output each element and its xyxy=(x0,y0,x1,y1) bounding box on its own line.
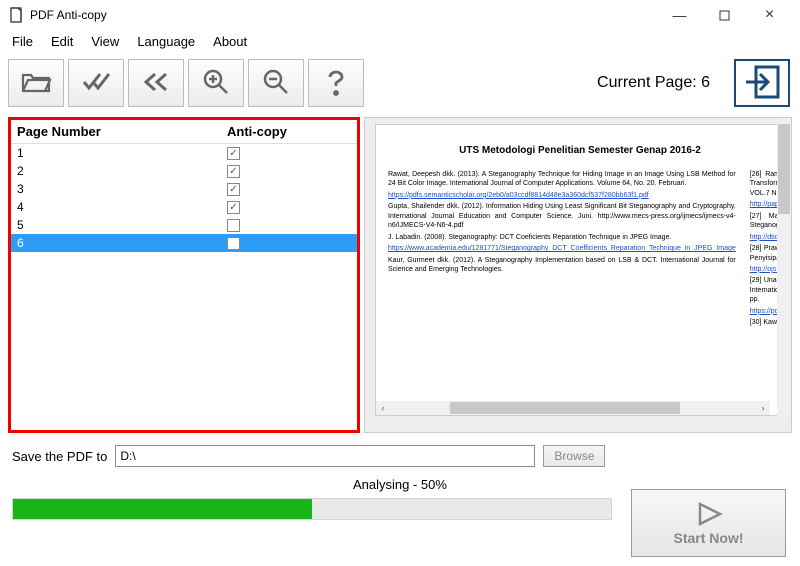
menu-language[interactable]: Language xyxy=(137,34,195,49)
scroll-thumb-h[interactable] xyxy=(450,402,680,414)
table-row[interactable]: 4✓ xyxy=(11,198,357,216)
save-path-input[interactable] xyxy=(115,445,535,467)
start-button[interactable]: Start Now! xyxy=(631,489,786,557)
page-number-cell: 4 xyxy=(17,200,227,214)
zoom-in-button[interactable] xyxy=(188,59,244,107)
help-button[interactable] xyxy=(308,59,364,107)
doc-text: Rawat, Deepesh dkk. (2013). A Steganogra… xyxy=(388,170,736,189)
page-table: Page Number Anti-copy 1✓2✓3✓4✓56 xyxy=(8,117,360,433)
page-number-cell: 2 xyxy=(17,164,227,178)
anticopy-checkbox[interactable]: ✓ xyxy=(227,201,240,214)
page-number-cell: 3 xyxy=(17,182,227,196)
apply-button[interactable] xyxy=(68,59,124,107)
zoom-out-button[interactable] xyxy=(248,59,304,107)
page-number-cell: 1 xyxy=(17,146,227,160)
anticopy-checkbox[interactable]: ✓ xyxy=(227,183,240,196)
scroll-right-icon[interactable]: › xyxy=(756,403,770,413)
doc-link[interactable]: https://pdfs.semanticscholar.org/2eb0/a0… xyxy=(388,192,649,199)
page-number-cell: 5 xyxy=(17,218,227,232)
page-number-cell: 6 xyxy=(17,236,227,250)
question-icon xyxy=(320,66,352,101)
preview-panel: UTS Metodologi Penelitian Semester Genap… xyxy=(364,117,792,433)
start-label: Start Now! xyxy=(674,530,744,546)
app-icon xyxy=(8,7,24,23)
menubar: File Edit View Language About xyxy=(0,30,800,55)
document-preview[interactable]: UTS Metodologi Penelitian Semester Genap… xyxy=(375,124,785,416)
table-row[interactable]: 1✓ xyxy=(11,144,357,162)
preview-scrollbar-vertical[interactable] xyxy=(777,118,791,418)
anticopy-checkbox[interactable]: ✓ xyxy=(227,147,240,160)
anticopy-checkbox[interactable] xyxy=(227,237,240,250)
current-page-label: Current Page: 6 xyxy=(597,74,730,92)
folder-open-icon xyxy=(20,66,52,101)
menu-about[interactable]: About xyxy=(213,34,247,49)
zoom-in-icon xyxy=(200,66,232,101)
double-check-icon xyxy=(80,66,112,101)
toolbar: Current Page: 6 xyxy=(0,55,800,111)
save-label: Save the PDF to xyxy=(12,449,107,464)
menu-file[interactable]: File xyxy=(12,34,33,49)
export-arrow-icon xyxy=(742,63,782,104)
table-row[interactable]: 3✓ xyxy=(11,180,357,198)
close-button[interactable]: × xyxy=(747,1,792,29)
table-row[interactable]: 5 xyxy=(11,216,357,234)
progress-bar xyxy=(12,498,612,520)
page-table-header: Page Number Anti-copy xyxy=(11,120,357,144)
menu-view[interactable]: View xyxy=(91,34,119,49)
double-undo-icon xyxy=(140,66,172,101)
minimize-button[interactable]: — xyxy=(657,1,702,29)
document-title: UTS Metodologi Penelitian Semester Genap… xyxy=(388,145,772,156)
browse-button[interactable]: Browse xyxy=(543,445,605,467)
titlebar: PDF Anti-copy — × xyxy=(0,0,800,30)
anticopy-checkbox[interactable]: ✓ xyxy=(227,165,240,178)
zoom-out-icon xyxy=(260,66,292,101)
open-button[interactable] xyxy=(8,59,64,107)
table-row[interactable]: 6 xyxy=(11,234,357,252)
progress-fill xyxy=(13,499,312,519)
window-title: PDF Anti-copy xyxy=(30,8,107,22)
table-row[interactable]: 2✓ xyxy=(11,162,357,180)
export-button[interactable] xyxy=(734,59,790,107)
scroll-thumb-v[interactable] xyxy=(778,124,790,214)
maximize-button[interactable] xyxy=(702,1,747,29)
header-page-number[interactable]: Page Number xyxy=(17,124,227,139)
doc-text: Gupta, Shailender dkk. (2012). Informati… xyxy=(388,202,736,230)
menu-edit[interactable]: Edit xyxy=(51,34,73,49)
play-icon xyxy=(694,501,724,530)
scroll-left-icon[interactable]: ‹ xyxy=(376,403,390,413)
undo-button[interactable] xyxy=(128,59,184,107)
anticopy-checkbox[interactable] xyxy=(227,219,240,232)
preview-scrollbar-horizontal[interactable]: ‹ › xyxy=(376,401,770,415)
header-anticopy[interactable]: Anti-copy xyxy=(227,124,351,139)
doc-text: Kaur, Gurmeet dkk. (2012). A Steganograp… xyxy=(388,256,736,275)
doc-link[interactable]: https://www.academia.edu/1281771/Stegano… xyxy=(388,245,736,252)
doc-text: J. Labadin. (2008). Steganography: DCT C… xyxy=(388,233,736,242)
